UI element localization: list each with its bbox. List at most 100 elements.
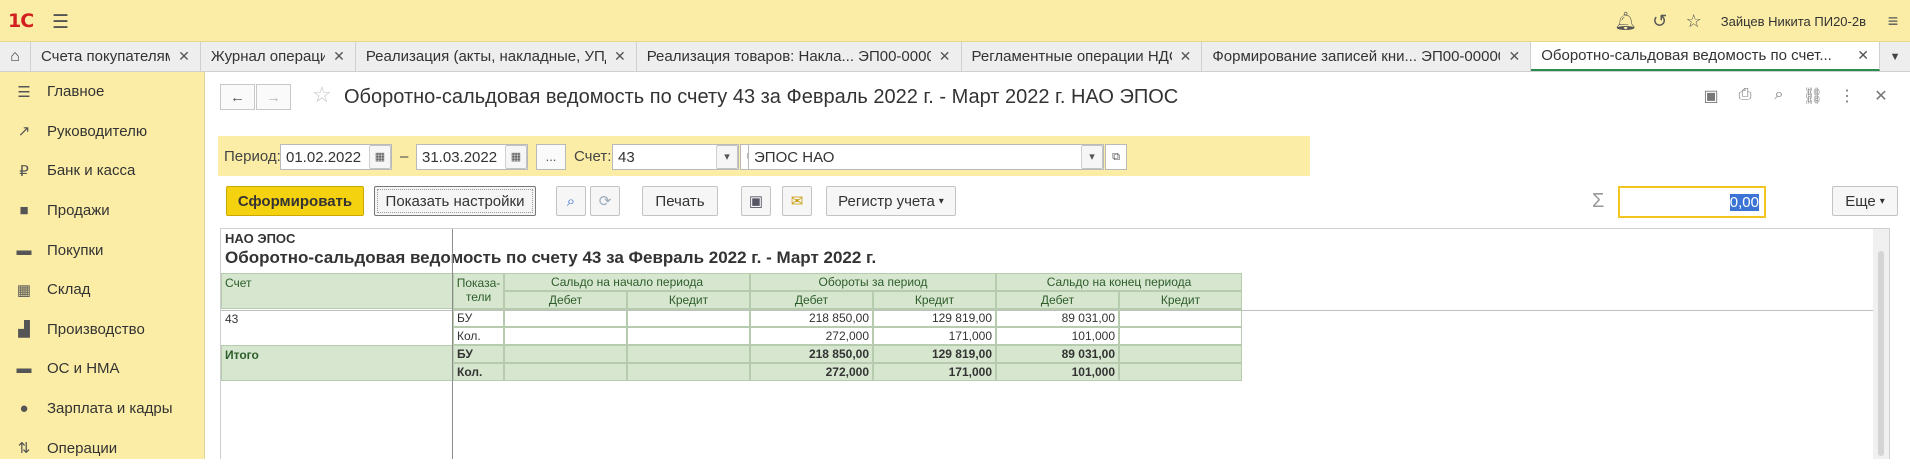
report-toolbar: Сформировать Показать настройки ⌕ ⟳ Печа… — [218, 186, 1898, 218]
preview-icon[interactable]: ⌕ — [1762, 86, 1796, 106]
search-icon[interactable]: ⌕ — [556, 186, 586, 216]
header-closing-credit: Кредит — [1119, 291, 1242, 309]
calendar-icon[interactable]: ▦ — [505, 145, 527, 169]
trend-icon: ↗ — [17, 123, 31, 141]
warehouse-icon: ▦ — [16, 281, 32, 299]
close-icon[interactable]: ✕ — [1180, 48, 1192, 65]
close-icon[interactable]: ✕ — [178, 48, 190, 65]
settings-menu-icon[interactable]: ≡ — [1876, 11, 1910, 32]
total-label: Итого — [221, 345, 453, 381]
header-opening-debit: Дебет — [504, 291, 627, 309]
tab-label: Формирование записей кни... ЭП00-000003 — [1212, 48, 1501, 65]
date-from-field[interactable]: 01.02.2022 ▦ — [280, 144, 392, 170]
header-indicators-line2: тели — [465, 290, 492, 304]
date-to-value: 31.03.2022 — [422, 149, 498, 166]
forward-button[interactable]: → — [256, 84, 291, 110]
open-icon[interactable]: ⧉ — [1105, 144, 1127, 170]
tab-label: Оборотно-сальдовая ведомость по счет... — [1541, 47, 1832, 64]
sidebar-item-label: Руководителю — [47, 122, 148, 140]
sidebar-item-bank[interactable]: ₽ Банк и касса — [0, 151, 204, 191]
tab-label: Реализация товаров: Накла... ЭП00-000004 — [646, 48, 931, 65]
total-closing-debit: 101,000 — [996, 363, 1119, 381]
print-button[interactable]: Печать — [642, 186, 718, 216]
show-settings-button[interactable]: Показать настройки — [374, 186, 536, 216]
date-to-field[interactable]: 31.03.2022 ▦ — [416, 144, 528, 170]
home-icon[interactable]: ⌂ — [0, 42, 31, 71]
register-button[interactable]: Регистр учета ▾ — [826, 186, 956, 216]
filter-panel: Период: 01.02.2022 ▦ – 31.03.2022 ▦ ... … — [218, 136, 1310, 176]
sidebar-item-main[interactable]: ☰ Главное — [0, 72, 204, 112]
print-icon[interactable]: ⎙ — [1728, 86, 1762, 106]
tab-vat-operations[interactable]: Регламентные операции НДС ✕ — [962, 42, 1203, 71]
chevron-down-icon: ▾ — [938, 195, 944, 207]
more-vertical-icon[interactable]: ⋮ — [1830, 86, 1864, 106]
sidebar-item-label: ОС и НМА — [47, 360, 120, 378]
star-icon[interactable]: ☆ — [1677, 11, 1711, 32]
close-icon[interactable]: ✕ — [1864, 86, 1898, 106]
chevron-down-icon[interactable]: ▼ — [1880, 42, 1910, 71]
total-turnover-credit: 171,000 — [873, 363, 996, 381]
tab-sales-docs[interactable]: Реализация (акты, накладные, УПД) ✕ — [356, 42, 637, 71]
row-turnover-credit: 129 819,00 — [873, 309, 996, 327]
chevron-down-icon[interactable]: ▾ — [1081, 145, 1103, 169]
sidebar-item-production[interactable]: ▟ Производство — [0, 310, 204, 350]
total-turnover-credit: 129 819,00 — [873, 345, 996, 363]
sidebar-item-warehouse[interactable]: ▦ Склад — [0, 270, 204, 310]
sidebar-item-operations[interactable]: ⇅ Операции — [0, 428, 204, 468]
sidebar: ☰ Главное ↗ Руководителю ₽ Банк и касса ■ Пр… — [0, 72, 205, 459]
close-icon[interactable]: ✕ — [614, 48, 626, 65]
back-button[interactable]: ← — [220, 84, 255, 110]
close-icon[interactable]: ✕ — [1857, 47, 1869, 64]
sidebar-item-salary[interactable]: ● Зарплата и кадры — [0, 389, 204, 429]
organization-field[interactable]: ЭПОС НАО ▾ ⧉ — [748, 144, 1127, 170]
chevron-down-icon[interactable]: ▾ — [716, 145, 738, 169]
total-closing-credit — [1119, 345, 1242, 363]
report-area[interactable]: НАО ЭПОС Оборотно-сальдовая ведомость по… — [220, 228, 1890, 459]
sidebar-item-assets[interactable]: ▬ ОС и НМА — [0, 349, 204, 389]
sidebar-item-manager[interactable]: ↗ Руководителю — [0, 112, 204, 152]
history-icon[interactable]: ↺ — [1643, 11, 1677, 32]
total-closing-debit: 89 031,00 — [996, 345, 1119, 363]
top-bar: 1С ☰ 🔔︎ ↺ ☆ Зайцев Никита ПИ20-2в ≡ — [0, 0, 1910, 42]
favorite-star-icon[interactable]: ☆ — [312, 82, 332, 108]
close-icon[interactable]: ✕ — [939, 48, 951, 65]
search-clear-icon[interactable]: ⟳ — [590, 186, 620, 216]
tab-invoices[interactable]: Счета покупателям ✕ — [31, 42, 201, 71]
frozen-column-divider[interactable] — [452, 229, 453, 459]
total-opening-credit — [627, 363, 750, 381]
save-icon[interactable]: ▣ — [741, 186, 771, 216]
close-icon[interactable]: ✕ — [333, 48, 345, 65]
sidebar-item-label: Продажи — [47, 202, 110, 220]
sum-field[interactable]: 0,00 — [1618, 186, 1766, 218]
app-logo[interactable]: 1С — [8, 10, 34, 32]
tab-balance-sheet[interactable]: Оборотно-сальдовая ведомость по счет... ✕ — [1531, 42, 1881, 71]
sidebar-item-label: Банк и касса — [47, 162, 136, 180]
link-icon[interactable]: ⛓ — [1796, 86, 1830, 106]
sidebar-item-sales[interactable]: ■ Продажи — [0, 191, 204, 231]
sidebar-item-label: Покупки — [47, 241, 104, 259]
sidebar-item-purchases[interactable]: ▬ Покупки — [0, 230, 204, 270]
mail-icon[interactable]: ✉ — [782, 186, 812, 216]
scrollbar-thumb[interactable] — [1878, 251, 1884, 456]
account-field[interactable]: 43 ▾ ⧉ — [612, 144, 762, 170]
tab-book-entries[interactable]: Формирование записей кни... ЭП00-000003 ✕ — [1202, 42, 1532, 71]
row-account: 43 — [225, 312, 239, 326]
report-org: НАО ЭПОС — [225, 231, 296, 246]
total-opening-debit — [504, 363, 627, 381]
close-icon[interactable]: ✕ — [1508, 48, 1520, 65]
vertical-scrollbar[interactable] — [1873, 229, 1889, 459]
more-button[interactable]: Еще ▾ — [1832, 186, 1898, 216]
save-icon[interactable]: ▣ — [1694, 86, 1728, 106]
tab-operations-journal[interactable]: Журнал операций ✕ — [201, 42, 356, 71]
bell-icon[interactable]: 🔔︎ — [1609, 11, 1643, 32]
generate-button[interactable]: Сформировать — [226, 186, 364, 216]
row-closing-credit — [1119, 309, 1242, 327]
period-select-button[interactable]: ... — [536, 144, 566, 170]
cart-icon: ▬ — [16, 241, 32, 259]
total-indicator: БУ — [453, 345, 504, 363]
row-closing-credit — [1119, 327, 1242, 345]
tab-sales-invoice[interactable]: Реализация товаров: Накла... ЭП00-000004… — [637, 42, 962, 71]
menu-icon[interactable]: ☰ — [52, 11, 69, 34]
calendar-icon[interactable]: ▦ — [369, 145, 391, 169]
user-name[interactable]: Зайцев Никита ПИ20-2в — [1721, 14, 1866, 29]
